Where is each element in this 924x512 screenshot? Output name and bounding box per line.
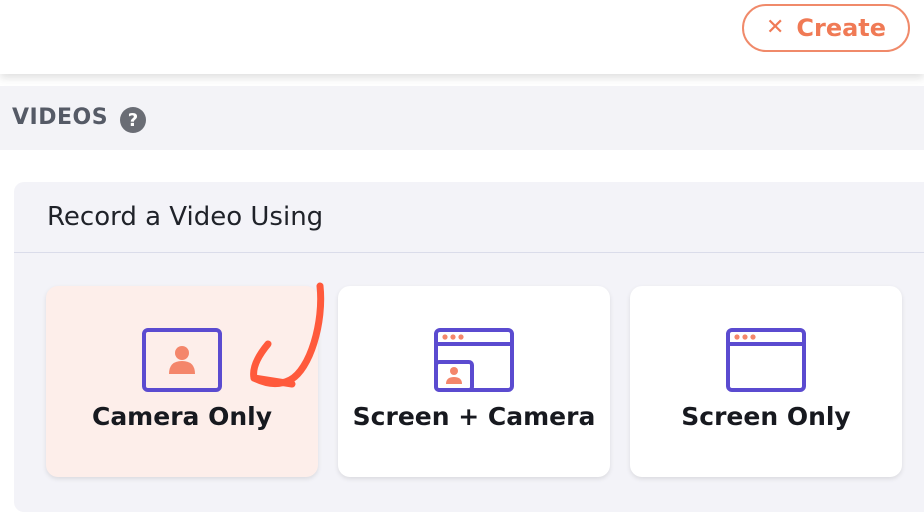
record-option-screen-camera[interactable]: Screen + Camera — [338, 286, 610, 477]
camera-person-icon — [142, 328, 222, 396]
record-option-label: Screen + Camera — [352, 402, 596, 431]
screen-camera-icon — [434, 328, 514, 396]
record-option-screen-only[interactable]: Screen Only — [630, 286, 902, 477]
record-option-label: Screen Only — [681, 402, 851, 431]
panel-title: Record a Video Using — [47, 202, 324, 232]
videos-section-header: VIDEOS ? — [0, 86, 924, 150]
videos-title: VIDEOS — [12, 105, 109, 130]
create-button[interactable]: ✕ Create — [742, 4, 910, 52]
help-icon[interactable]: ? — [120, 107, 146, 133]
panel-header: Record a Video Using — [14, 182, 924, 253]
record-option-label: Camera Only — [91, 402, 273, 431]
close-icon: ✕ — [765, 15, 785, 40]
screen-window-icon — [726, 328, 806, 396]
curved-arrow-icon — [240, 282, 330, 398]
top-bar: ✕ Create — [0, 0, 924, 74]
create-button-label: Create — [796, 14, 887, 42]
